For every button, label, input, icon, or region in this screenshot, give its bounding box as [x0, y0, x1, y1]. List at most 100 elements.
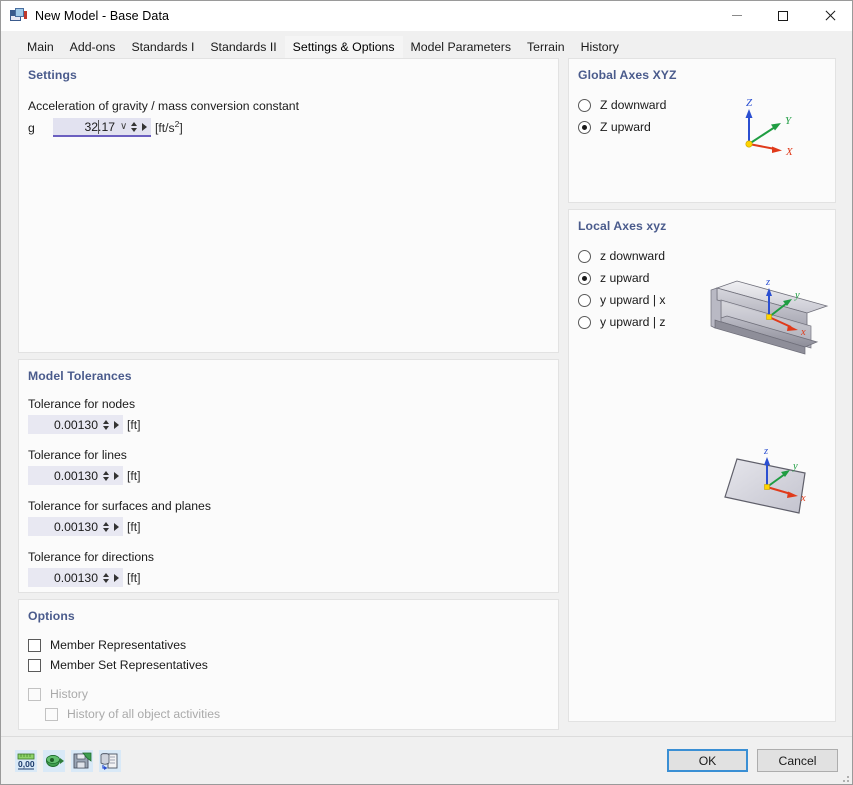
radio-icon[interactable]	[578, 315, 591, 329]
title-bar: New Model - Base Data	[1, 1, 852, 31]
gravity-value: 32.17	[84, 119, 116, 134]
tolerance-surfaces-value: 0.00130	[53, 519, 98, 534]
radio-icon-selected[interactable]	[578, 120, 591, 134]
tolerance-nodes-more-icon[interactable]	[114, 420, 119, 429]
radio-label: Z upward	[600, 120, 651, 134]
g-symbol: g	[28, 120, 35, 135]
options-panel: Options Member Representatives Member Se…	[18, 599, 559, 730]
checkbox-icon[interactable]	[28, 658, 41, 672]
tolerance-lines-label: Tolerance for lines	[28, 448, 127, 462]
svg-text:y: y	[794, 290, 800, 301]
dialog-footer: 0,00 OK Cancel	[1, 736, 852, 784]
gravity-label: Acceleration of gravity / mass conversio…	[28, 99, 299, 113]
tolerance-lines-more-icon[interactable]	[114, 471, 119, 480]
window-controls	[714, 1, 852, 31]
tab-terrain[interactable]: Terrain	[519, 36, 573, 58]
tolerance-surfaces-stepper[interactable]	[101, 518, 111, 535]
tolerance-lines-stepper[interactable]	[101, 467, 111, 484]
radio-icon[interactable]	[578, 249, 591, 263]
tolerance-lines-unit: [ft]	[127, 468, 141, 483]
svg-text:z: z	[765, 277, 770, 288]
radio-icon[interactable]	[578, 293, 591, 307]
local-axes-surface-gizmo-icon: z y x	[724, 446, 806, 514]
checkbox-icon	[28, 687, 41, 701]
svg-text:x: x	[800, 327, 806, 338]
right-column: Global Axes XYZ Z downward Z upward Z Y …	[568, 58, 836, 722]
svg-text:0,00: 0,00	[18, 759, 35, 769]
checkbox-icon	[45, 707, 58, 721]
import-settings-icon[interactable]	[99, 749, 121, 772]
units-icon[interactable]: 0,00	[15, 749, 37, 772]
checkbox-icon[interactable]	[28, 638, 41, 652]
tolerance-directions-value: 0.00130	[53, 570, 98, 585]
option-label: History	[50, 687, 88, 701]
tab-standards-i[interactable]: Standards I	[123, 36, 202, 58]
radio-label: y upward | z	[600, 315, 666, 329]
close-icon	[824, 10, 835, 21]
chevron-down-icon[interactable]: ∨	[118, 121, 129, 132]
tolerance-nodes-label: Tolerance for nodes	[28, 397, 136, 411]
local-axes-beam-gizmo-icon: z y x	[710, 277, 829, 355]
tolerance-directions-unit: [ft]	[127, 570, 141, 585]
radio-label: z upward	[600, 271, 650, 285]
close-button[interactable]	[806, 1, 852, 31]
tolerance-row: Tolerance for directions 0.00130 [ft]	[28, 550, 558, 587]
tolerance-surfaces-more-icon[interactable]	[114, 522, 119, 531]
ok-button[interactable]: OK	[667, 749, 748, 772]
dialog-content: Settings Acceleration of gravity / mass …	[1, 58, 852, 736]
tab-standards-ii[interactable]: Standards II	[202, 36, 284, 58]
tab-main[interactable]: Main	[19, 36, 62, 58]
radio-label: Z downward	[600, 98, 667, 112]
tolerance-nodes-unit: [ft]	[127, 417, 141, 432]
option-member-set-representatives[interactable]: Member Set Representatives	[28, 658, 558, 672]
radio-z-downward-local[interactable]: z downward	[578, 249, 835, 263]
tolerance-lines-input[interactable]: 0.00130	[28, 466, 123, 485]
option-member-representatives[interactable]: Member Representatives	[28, 638, 558, 652]
tolerance-lines-value: 0.00130	[53, 468, 98, 483]
global-axes-title: Global Axes XYZ	[578, 68, 677, 82]
tolerance-directions-more-icon[interactable]	[114, 573, 119, 582]
global-axes-gizmo-icon: Z Y X	[745, 97, 794, 158]
gravity-unit-base: [ft/s	[155, 121, 175, 136]
minimize-button[interactable]	[714, 1, 760, 31]
tab-model-parameters[interactable]: Model Parameters	[403, 36, 519, 58]
local-axes-title: Local Axes xyz	[578, 219, 667, 233]
tolerance-surfaces-input[interactable]: 0.00130	[28, 517, 123, 536]
tolerance-directions-stepper[interactable]	[101, 569, 111, 586]
radio-icon-selected[interactable]	[578, 271, 591, 285]
tolerances-panel-title: Model Tolerances	[28, 369, 132, 383]
gravity-input[interactable]: 32.17 ∨	[53, 118, 151, 137]
render-settings-icon[interactable]	[43, 749, 65, 772]
maximize-button[interactable]	[760, 1, 806, 31]
svg-text:y: y	[792, 461, 798, 472]
tolerance-row: Tolerance for lines 0.00130 [ft]	[28, 448, 558, 485]
option-label: Member Representatives	[50, 638, 187, 652]
gravity-stepper[interactable]	[129, 118, 139, 135]
tolerance-row: Tolerance for nodes 0.00130 [ft]	[28, 397, 558, 434]
svg-text:Z: Z	[746, 97, 753, 109]
option-history: History	[28, 687, 558, 701]
resize-grip[interactable]	[839, 772, 849, 782]
gravity-unit-close: ]	[179, 121, 183, 136]
tolerance-directions-input[interactable]: 0.00130	[28, 568, 123, 587]
tolerance-nodes-stepper[interactable]	[101, 416, 111, 433]
tolerance-nodes-input[interactable]: 0.00130	[28, 415, 123, 434]
minimize-icon	[732, 15, 742, 16]
tab-settings-options[interactable]: Settings & Options	[284, 36, 403, 58]
base-data-dialog: New Model - Base Data Main Add-ons Stand…	[0, 0, 853, 785]
save-settings-icon[interactable]	[71, 749, 93, 772]
tab-history[interactable]: History	[573, 36, 627, 58]
new-model-icon	[10, 8, 27, 23]
option-history-all-activities: History of all object activities	[45, 707, 558, 721]
gravity-more-icon[interactable]	[142, 122, 147, 131]
tolerance-surfaces-unit: [ft]	[127, 519, 141, 534]
radio-label: y upward | x	[600, 293, 666, 307]
radio-icon[interactable]	[578, 98, 591, 112]
tab-add-ons[interactable]: Add-ons	[62, 36, 124, 58]
maximize-icon	[778, 10, 788, 21]
option-label: History of all object activities	[67, 707, 221, 721]
cancel-button[interactable]: Cancel	[757, 749, 838, 772]
text-caret	[98, 120, 99, 134]
footer-tool-icons: 0,00	[15, 749, 121, 772]
tab-bar: Main Add-ons Standards I Standards II Se…	[1, 31, 852, 58]
